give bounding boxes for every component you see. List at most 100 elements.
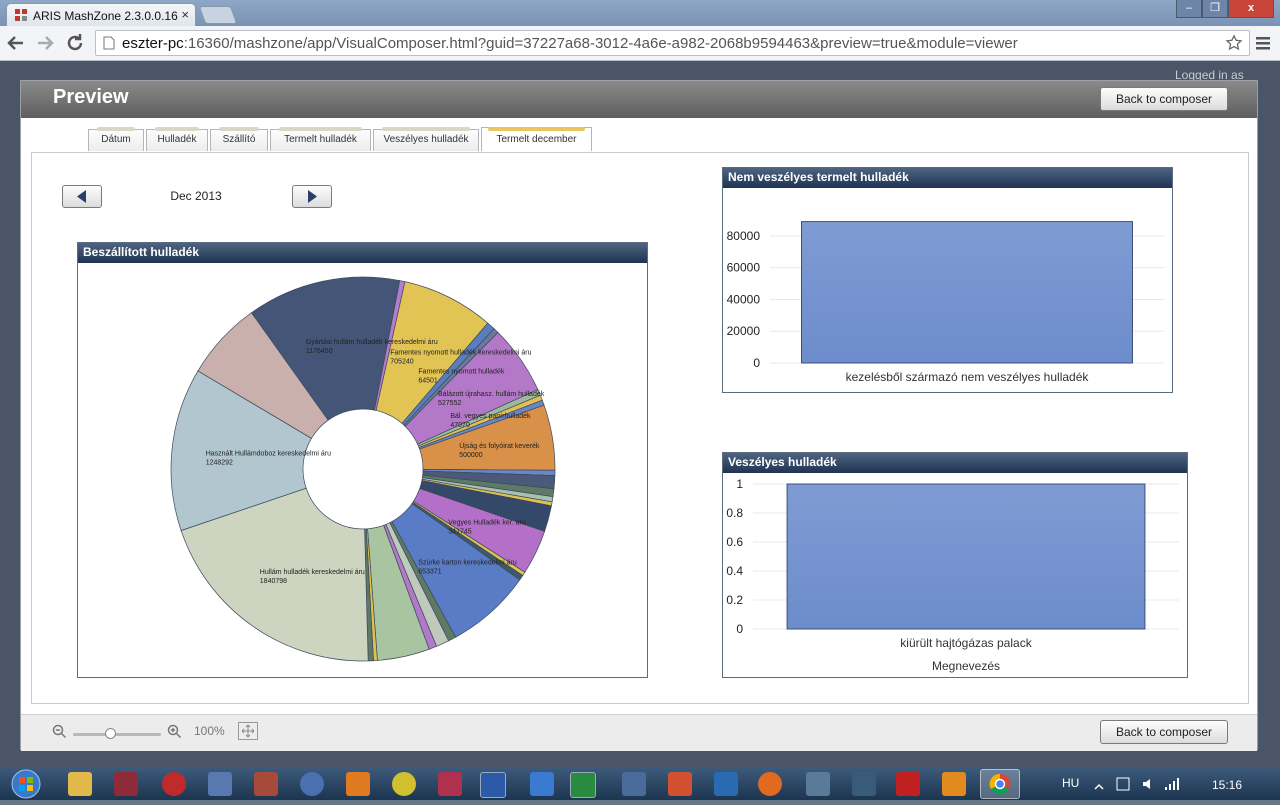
outlook-icon[interactable] bbox=[530, 772, 554, 796]
tab-datum[interactable]: Dátum bbox=[88, 127, 144, 151]
y-tick-label: 80000 bbox=[727, 229, 761, 243]
app-icon[interactable] bbox=[622, 772, 646, 796]
y-tick-label: 40000 bbox=[727, 292, 761, 306]
tab-termelt-hulladek[interactable]: Termelt hulladék bbox=[270, 127, 371, 151]
y-tick-label: 60000 bbox=[727, 261, 761, 275]
pie-slice-value: 64501 bbox=[418, 378, 438, 385]
signal-icon[interactable] bbox=[1164, 777, 1180, 796]
bar[interactable] bbox=[801, 221, 1133, 364]
new-tab-button[interactable] bbox=[198, 6, 238, 24]
close-window-button[interactable]: x bbox=[1228, 0, 1274, 18]
app-icon[interactable] bbox=[300, 772, 324, 796]
url-host: eszter-pc bbox=[122, 35, 184, 52]
word-icon[interactable] bbox=[480, 772, 506, 798]
tab-label: Veszélyes hulladék bbox=[383, 134, 469, 145]
y-tick-label: 0.6 bbox=[726, 535, 743, 549]
zoom-slider-handle[interactable] bbox=[105, 728, 116, 739]
dialog-title: Preview bbox=[53, 86, 129, 108]
y-tick-label: 0 bbox=[736, 622, 743, 636]
star-icon[interactable] bbox=[1225, 34, 1243, 52]
excel-icon[interactable] bbox=[570, 772, 596, 798]
back-to-composer-button-top[interactable]: Back to composer bbox=[1100, 87, 1228, 111]
volume-icon[interactable] bbox=[1142, 777, 1156, 796]
forward-icon[interactable] bbox=[33, 31, 57, 55]
zoom-out-icon[interactable] bbox=[52, 724, 68, 745]
y-tick-label: 0.8 bbox=[726, 506, 743, 520]
y-tick-label: 0.2 bbox=[726, 593, 743, 607]
dialog-header bbox=[21, 81, 1257, 118]
pie-slice-label: Gyártási hullám hulladék kereskedelmi ár… bbox=[306, 339, 438, 346]
pie-slice-label: Használt Hullámdoboz kereskedelmi áru bbox=[206, 451, 331, 458]
tab-title: ARIS MashZone 2.3.0.0.16 bbox=[33, 9, 178, 23]
next-period-button[interactable] bbox=[292, 185, 332, 208]
pie-slice-label: Famentes nyomott hulladék bbox=[418, 369, 504, 376]
menu-icon[interactable] bbox=[1254, 33, 1272, 58]
app-icon[interactable] bbox=[714, 772, 738, 796]
acrobat-icon[interactable] bbox=[896, 772, 920, 796]
app-icon[interactable] bbox=[162, 772, 186, 796]
minimize-button[interactable]: – bbox=[1176, 0, 1202, 18]
app-icon[interactable] bbox=[668, 772, 692, 796]
tab-close-icon[interactable]: × bbox=[181, 7, 189, 22]
tab-veszelyes-hulladek[interactable]: Veszélyes hulladék bbox=[373, 127, 479, 151]
network-tray-icon[interactable] bbox=[1116, 776, 1130, 797]
fit-to-screen-icon[interactable] bbox=[238, 722, 258, 740]
bar-chart-nonhazardous-title: Nem veszélyes termelt hulladék bbox=[723, 168, 1172, 188]
reload-icon[interactable] bbox=[63, 31, 87, 55]
app-icon[interactable] bbox=[254, 772, 278, 796]
triangle-left-icon bbox=[77, 190, 86, 203]
address-bar[interactable]: eszter-pc:16360/mashzone/app/VisualCompo… bbox=[95, 30, 1250, 56]
pie-chart-title: Beszállított hulladék bbox=[78, 243, 647, 263]
chrome-taskbar-button[interactable] bbox=[980, 769, 1020, 799]
app-icon[interactable] bbox=[806, 772, 830, 796]
pie-chart: Gyártási hullám hulladék kereskedelmi ár… bbox=[170, 276, 556, 662]
bar-chart-nonhazardous: 0 20000 40000 60000 80000 kezelésből származó… bbox=[727, 221, 1164, 407]
start-button[interactable] bbox=[8, 768, 44, 800]
bar-chart-nonhazardous-panel: Nem veszélyes termelt hulladék 0 20000 400… bbox=[722, 167, 1173, 407]
chrome-icon bbox=[989, 773, 1010, 795]
language-indicator[interactable]: HU bbox=[1062, 776, 1079, 790]
tab-label: Szállító bbox=[222, 134, 256, 145]
media-player-icon[interactable] bbox=[942, 772, 966, 796]
tab-hulladek[interactable]: Hulladék bbox=[146, 127, 208, 151]
tab-szallito[interactable]: Szállító bbox=[210, 127, 268, 151]
vlc-icon[interactable] bbox=[346, 772, 370, 796]
app-icon[interactable] bbox=[208, 772, 232, 796]
pie-slice-value: 47070 bbox=[450, 422, 470, 429]
app-icon[interactable] bbox=[852, 772, 876, 796]
app-icon[interactable] bbox=[114, 772, 138, 796]
x-axis-title: Megnevezés bbox=[932, 659, 1000, 673]
show-hidden-icons-icon[interactable] bbox=[1094, 779, 1104, 797]
tab-label: Dátum bbox=[101, 134, 131, 145]
y-tick-label: 0 bbox=[753, 356, 760, 370]
pie-chart-panel: Beszállított hulladék Gyártási hullám hu… bbox=[77, 242, 648, 678]
tab-label: Hulladék bbox=[157, 134, 197, 145]
previous-period-button[interactable] bbox=[62, 185, 102, 208]
pie-slice-value: 1248292 bbox=[206, 460, 233, 467]
x-tick-label: kezelésből származó nem veszélyes hullad… bbox=[846, 370, 1090, 384]
zoom-slider-track[interactable] bbox=[73, 733, 161, 736]
browser-tab[interactable]: ARIS MashZone 2.3.0.0.16 × bbox=[6, 3, 196, 26]
pie-slice-label: Famentes nyomott hulladék kereskedelmi á… bbox=[390, 350, 531, 357]
pie-slice-value: 1176450 bbox=[306, 348, 333, 355]
pie-slice-label: Hullám hulladék kereskedelmi áru bbox=[260, 569, 365, 576]
tab-termelt-december[interactable]: Termelt december bbox=[481, 127, 592, 151]
url-path: :16360/mashzone/app/VisualComposer.html?… bbox=[183, 35, 1018, 52]
triangle-right-icon bbox=[308, 190, 317, 203]
app-icon[interactable] bbox=[438, 772, 462, 796]
back-to-composer-button-bottom[interactable]: Back to composer bbox=[1100, 720, 1228, 744]
pie-slice-value: 653371 bbox=[418, 568, 441, 575]
back-icon[interactable] bbox=[4, 31, 28, 55]
clock[interactable]: 15:16 bbox=[1212, 778, 1242, 792]
period-label: Dec 2013 bbox=[170, 189, 222, 203]
bar[interactable] bbox=[786, 483, 1146, 630]
explorer-icon[interactable] bbox=[68, 772, 92, 796]
maximize-button[interactable]: ❐ bbox=[1202, 0, 1228, 18]
firefox-icon[interactable] bbox=[758, 772, 782, 796]
app-icon[interactable] bbox=[392, 772, 416, 796]
bar-chart-hazardous: 0 0.2 0.4 0.6 0.8 1 kiürült hajtógázas palack M… bbox=[726, 477, 1179, 673]
zoom-in-icon[interactable] bbox=[167, 724, 183, 745]
bar-chart-hazardous-panel: Veszélyes hulladék 0 0.2 0.4 0.6 0.8 1 kiürült… bbox=[722, 452, 1188, 678]
pie-slice-value: 500000 bbox=[459, 452, 482, 459]
bar-chart-hazardous-title: Veszélyes hulladék bbox=[723, 453, 1187, 473]
